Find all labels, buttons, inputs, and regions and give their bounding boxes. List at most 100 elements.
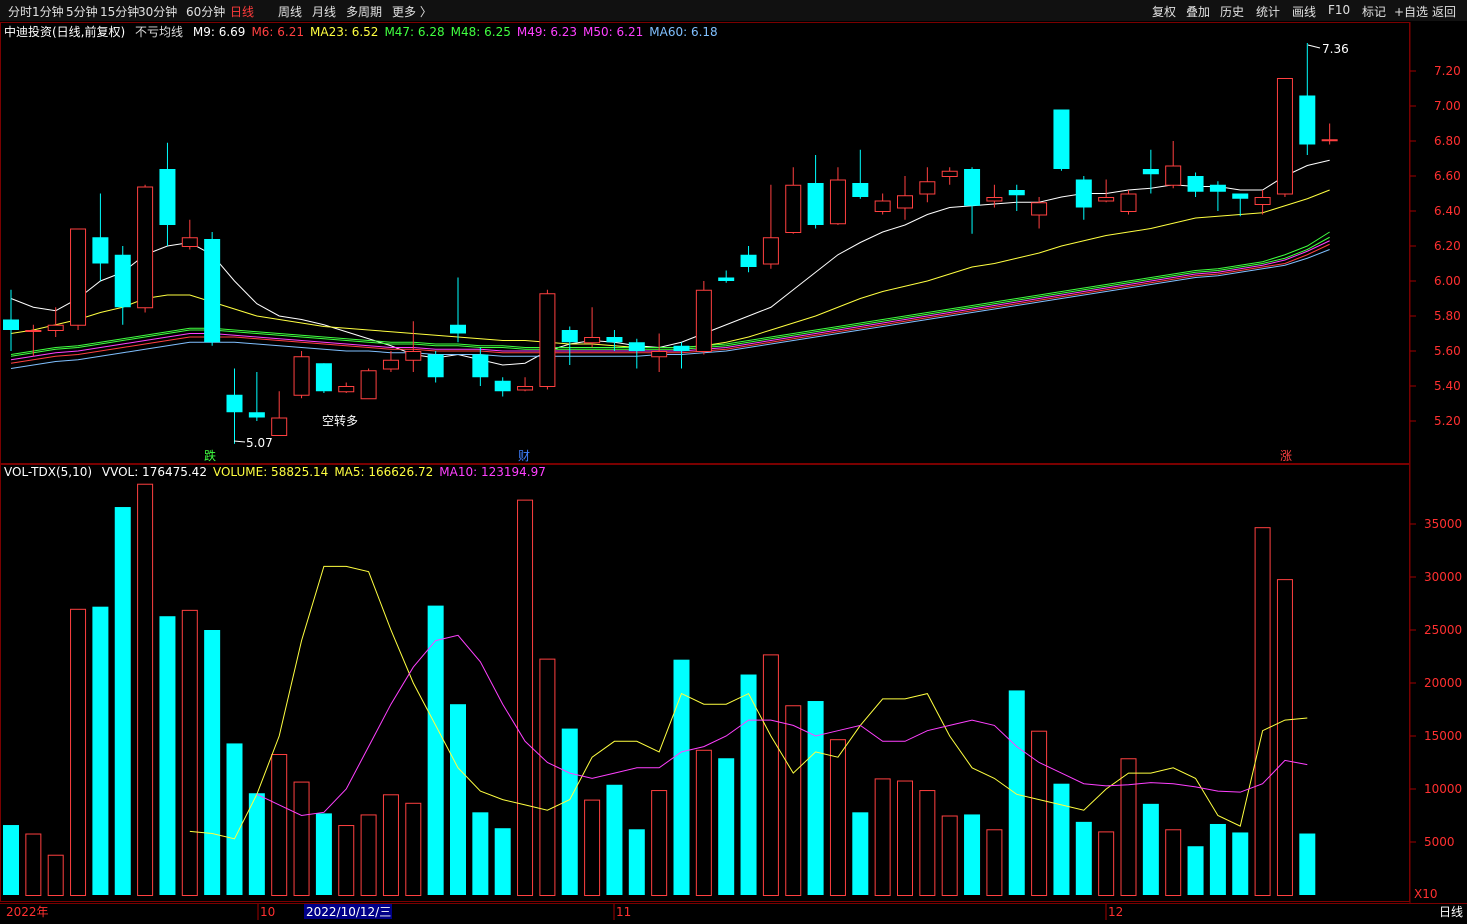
volume-bar [472,812,489,895]
volume-bar [740,674,757,895]
volume-bar [1008,690,1025,895]
candle-body [718,277,735,281]
vol-ma10-line [256,634,1308,817]
volume-bar [718,758,735,895]
volume-bar [584,799,601,896]
price-axis-label: 7.00 [1434,99,1461,113]
candle-body [92,237,109,264]
volume-bar [1254,527,1271,896]
volume-bar [606,784,623,895]
candle-body [472,354,489,378]
volume-bar [807,701,824,895]
volume-bar [3,825,19,895]
candle-body [1142,169,1159,175]
volume-bar [651,790,668,896]
volume-bar [47,854,64,896]
volume-bar [1209,823,1226,895]
vol-axis-label: 30000 [1424,570,1462,584]
month-label: 10 [260,905,275,919]
candle-body [1254,197,1271,205]
volume-bar [852,812,869,895]
candle-body [695,289,712,352]
candle-body [964,169,981,206]
candle-body [1232,193,1249,199]
volume-bar [897,780,913,897]
down-marker: 跌 [204,448,216,463]
price-axis-label: 5.40 [1434,379,1461,393]
candle-body [1299,95,1316,145]
month-label: 11 [616,905,631,919]
price-axis-label: 6.40 [1434,204,1461,218]
volume-bar [561,728,578,895]
candle-body [248,412,265,418]
volume-bar [1098,831,1115,897]
volume-bar [450,704,466,895]
volume-bar [1232,832,1249,895]
price-axis-label: 6.80 [1434,134,1461,148]
vol-axis-label: 5000 [1424,835,1455,849]
candle-body [1008,190,1025,196]
volume-bar [941,815,958,896]
stock-chart[interactable]: 7.20 7.00 6.80 6.60 6.40 6.20 6.00 5.80 5.60 5.40… [0,0,1467,924]
candle-body [494,380,511,392]
volume-bar [1276,579,1293,896]
candle-body [315,363,332,392]
candle-body [181,237,198,247]
candle-body [1098,197,1115,202]
volume-bar [1053,783,1070,895]
candle-body [114,254,131,308]
candle-body [829,179,846,225]
candle-body [762,237,779,265]
volume-bar [248,793,265,895]
volume-bar [494,828,511,895]
up-marker: 涨 [1280,448,1292,463]
year-label: 2022年 [6,905,49,919]
candle-body [517,386,534,391]
candle-body [1276,78,1293,195]
price-axis-label: 6.60 [1434,169,1461,183]
price-axis-label: 5.80 [1434,309,1461,323]
volume-bar [517,499,534,896]
candle-body [874,200,891,212]
vol-axis-label: 35000 [1424,517,1462,531]
price-axis-label: 5.20 [1434,414,1461,428]
candle-body [897,195,913,209]
candle-body [1165,165,1182,186]
candle-body [1187,176,1204,192]
candle-body [271,417,288,436]
candle-body [159,169,176,225]
candle-body [941,170,958,177]
low-price-label: 5.07 [246,436,273,450]
volume-bar [1075,821,1092,895]
candle-body [919,181,936,195]
volume-bar [315,813,332,895]
candle-body [986,197,1003,202]
month-label: 12 [1108,905,1123,919]
candle-body [226,394,243,413]
volume-bar [1031,730,1048,897]
candle-body [740,254,757,267]
volume-bar [226,743,243,895]
candle-body [204,239,221,343]
volume-bar [1187,846,1204,895]
volume-bar [1165,829,1182,897]
candle-body [1053,109,1070,169]
volume-bar [427,605,444,895]
volume-bar [271,754,288,897]
candle-body [785,184,802,233]
vol-axis-label: 20000 [1424,676,1462,690]
candle-body [1321,139,1338,142]
candle-body [561,330,578,343]
price-axis-label: 6.20 [1434,239,1461,253]
candle-body [807,183,824,225]
volume-bar [360,814,377,896]
candle-body [293,356,310,396]
volume-bar [986,829,1003,897]
cursor-date-label: 2022/10/12/三 [306,905,391,919]
candle-body [47,324,64,331]
volume-bar [1120,758,1137,897]
finance-marker: 财 [518,449,530,463]
volume-bar [137,483,154,896]
candle-body [360,370,377,400]
volume-bar [92,606,109,895]
